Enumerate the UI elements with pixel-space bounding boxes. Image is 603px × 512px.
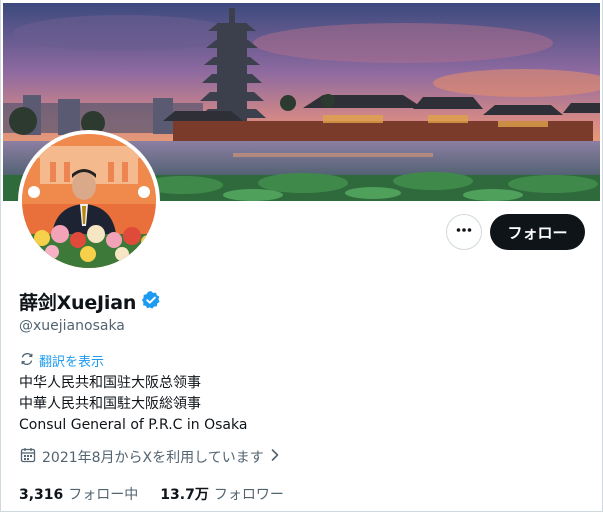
verified-badge-icon[interactable] bbox=[141, 290, 161, 314]
joined-date-text: 2021年8月からXを利用しています bbox=[42, 450, 264, 466]
display-name: 薛剑XueJian bbox=[19, 292, 137, 314]
translate-label: 翻訳を表示 bbox=[39, 355, 105, 370]
following-count: 3,316 bbox=[19, 487, 64, 503]
following-label: フォロー中 bbox=[68, 487, 139, 503]
profile-bio: 中华人民共和国驻大阪总领事 中華人民共和国駐大阪総領事 Consul Gener… bbox=[19, 373, 247, 436]
calendar-icon bbox=[20, 447, 36, 467]
followers-stat-link[interactable]: 13.7万 フォロワー bbox=[160, 484, 284, 504]
bio-line: 中华人民共和国驻大阪总领事 bbox=[19, 375, 201, 391]
bio-line: 中華人民共和国駐大阪総領事 bbox=[19, 396, 201, 412]
bio-line: Consul General of P.R.C in Osaka bbox=[19, 417, 248, 433]
followers-count: 13.7万 bbox=[160, 487, 209, 503]
profile-stats: 3,316 フォロー中 13.7万 フォロワー bbox=[19, 484, 284, 504]
more-options-button[interactable] bbox=[446, 214, 482, 250]
translate-icon bbox=[20, 352, 34, 370]
chevron-right-icon bbox=[270, 448, 280, 466]
joined-date-link[interactable]: 2021年8月からXを利用しています bbox=[20, 447, 280, 467]
avatar-photo bbox=[22, 134, 156, 268]
profile-avatar[interactable] bbox=[18, 130, 160, 272]
more-horizontal-icon bbox=[455, 221, 473, 243]
following-stat-link[interactable]: 3,316 フォロー中 bbox=[19, 484, 138, 504]
profile-name-row: 薛剑XueJian bbox=[19, 288, 161, 315]
user-handle: @xuejianosaka bbox=[19, 318, 125, 334]
translate-bio-link[interactable]: 翻訳を表示 bbox=[20, 351, 104, 370]
follow-button[interactable]: フォロー bbox=[490, 214, 585, 250]
followers-label: フォロワー bbox=[213, 487, 284, 503]
